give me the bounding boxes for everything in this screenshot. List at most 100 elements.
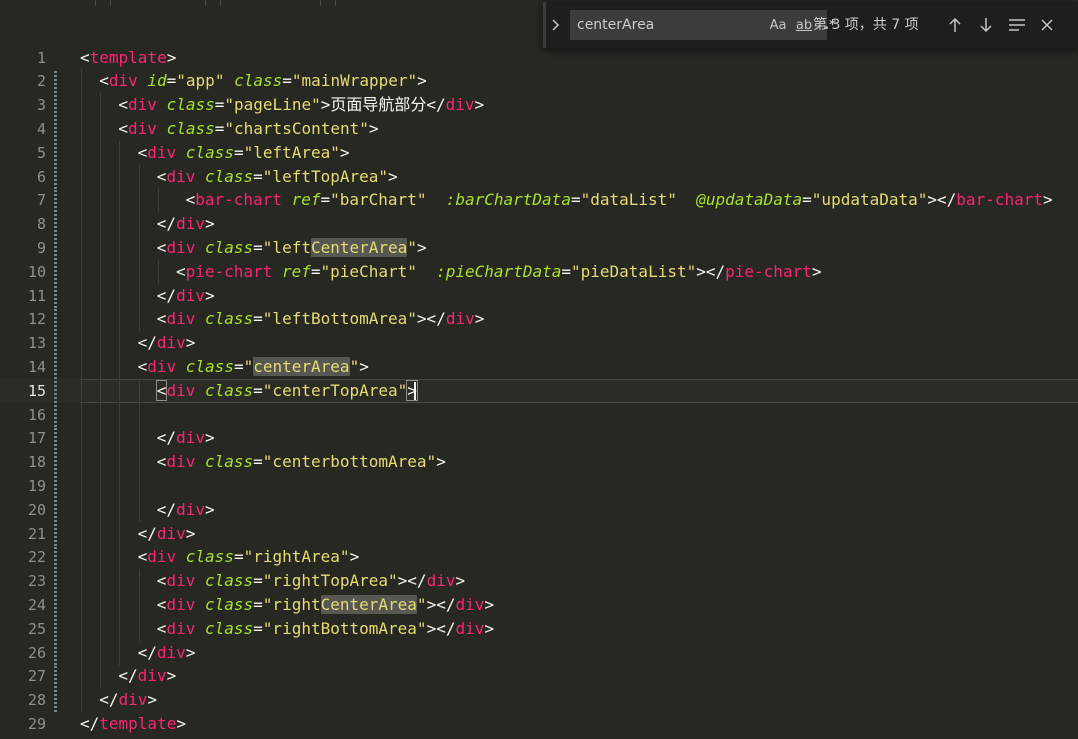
code-token: "rightArea" <box>243 547 350 567</box>
code-token: class <box>185 356 234 376</box>
code-line[interactable]: 8 </div> <box>0 212 1078 237</box>
code-line[interactable]: 25 <div class="rightBottomArea"></div> <box>0 616 1078 641</box>
code-line[interactable]: 27 </div> <box>0 664 1078 689</box>
code-line[interactable]: 4 <div class="chartsContent"> <box>0 116 1078 141</box>
find-in-selection-button[interactable] <box>1006 13 1028 37</box>
indent-guide <box>81 545 82 570</box>
code-line[interactable]: 16 <box>0 402 1078 427</box>
code-line[interactable]: 18 <div class="centerbottomArea"> <box>0 450 1078 475</box>
bracket-match: < <box>155 379 168 401</box>
find-input[interactable] <box>577 15 727 35</box>
code-token: div <box>176 285 205 305</box>
code-line[interactable]: 7 <bar-chart ref="barChart" :barChartData… <box>0 188 1078 213</box>
find-input-box[interactable]: Aa ab .* <box>570 10 836 40</box>
code-line[interactable]: 6 <div class="leftTopArea"> <box>0 164 1078 189</box>
code-token: "centerTopArea" <box>262 380 408 400</box>
modified-line-marker <box>54 69 57 94</box>
code-token: "pieChart" <box>320 261 417 281</box>
code-line[interactable]: 15 <div class="centerTopArea"> <box>0 378 1078 403</box>
modified-line-marker <box>54 212 57 237</box>
indent-guide <box>138 426 140 451</box>
code-token: ></ <box>927 190 957 210</box>
code-editor[interactable]: 1 <template> 2 <div id="app" class="mainWra… <box>0 0 1078 739</box>
indent-guide <box>119 450 121 475</box>
code-token: div <box>426 571 456 591</box>
code-token: pie-chart <box>725 261 812 281</box>
code-token: > <box>359 356 369 376</box>
line-number: 23 <box>27 572 46 591</box>
code-token: class <box>234 71 283 91</box>
code-token: div <box>176 499 205 519</box>
modified-line-marker <box>54 283 57 308</box>
code-line[interactable]: 17 </div> <box>0 426 1078 451</box>
code-line[interactable]: 20 </div> <box>0 497 1078 522</box>
code-line[interactable]: 24 <div class="rightCenterArea"></div> <box>0 592 1078 617</box>
code-token: > <box>455 571 466 591</box>
code-line[interactable]: 23 <div class="rightTopArea"></div> <box>0 569 1078 594</box>
code-token: = <box>320 190 331 210</box>
code-text: </div> <box>138 641 196 665</box>
indent-guide <box>81 69 82 94</box>
code-line[interactable]: 5 <div class="leftArea"> <box>0 140 1078 165</box>
code-line[interactable]: 3 <div class="pageLine">页面导航部分</div> <box>0 93 1078 118</box>
code-token: bar-chart <box>195 190 282 210</box>
code-line[interactable]: 28 </div> <box>0 688 1078 713</box>
code-line[interactable]: 1 <template> <box>0 46 1078 70</box>
indent-guide <box>138 569 140 594</box>
code-token: </ <box>156 285 177 305</box>
indent-guide <box>81 307 82 332</box>
modified-line-marker <box>54 164 57 189</box>
code-token: < <box>156 618 167 638</box>
indent-guide <box>100 93 102 118</box>
code-token: "leftTopArea" <box>262 166 389 186</box>
modified-line-marker <box>54 402 57 427</box>
code-token: > <box>811 261 822 281</box>
code-line[interactable]: 26 </div> <box>0 640 1078 665</box>
code-token: < <box>137 356 148 376</box>
indent-guide <box>100 616 102 641</box>
code-line[interactable]: 12 <div class="leftBottomArea"></div> <box>0 307 1078 332</box>
code-line[interactable]: 10 <pie-chart ref="pieChart" :pieChartDat… <box>0 259 1078 284</box>
code-token: = <box>561 261 571 281</box>
code-line[interactable]: 2 <div id="app" class="mainWrapper"> <box>0 69 1078 94</box>
code-line[interactable]: 14 <div class="centerArea"> <box>0 354 1078 379</box>
code-text: </div> <box>118 664 176 688</box>
indent-guide <box>81 450 82 475</box>
indent-guide <box>100 521 102 546</box>
ruler-tick <box>110 0 111 6</box>
code-token: class <box>204 237 254 257</box>
code-line[interactable]: 9 <div class="leftCenterArea"> <box>0 235 1078 260</box>
modified-line-marker <box>54 188 57 213</box>
line-number: 11 <box>27 286 46 305</box>
toggle-replace-button[interactable] <box>543 2 565 48</box>
whole-word-toggle[interactable]: ab <box>793 16 815 36</box>
line-number: 15 <box>27 381 46 400</box>
code-line[interactable]: 11 </div> <box>0 283 1078 308</box>
code-token: > <box>185 333 196 353</box>
code-token: < <box>156 237 167 257</box>
indent-guide <box>100 450 102 475</box>
previous-match-button[interactable] <box>944 13 966 37</box>
code-line[interactable]: 13 </div> <box>0 331 1078 356</box>
line-number: 26 <box>27 643 46 662</box>
indent-guide <box>138 450 140 475</box>
code-token: </ <box>156 499 177 519</box>
code-line[interactable]: 19 <box>0 473 1078 498</box>
indent-guide <box>100 188 102 213</box>
indent-guide <box>119 640 121 665</box>
indent-guide <box>119 592 121 617</box>
close-find-button[interactable] <box>1036 13 1058 37</box>
indent-guide <box>157 188 159 213</box>
match-case-toggle[interactable]: Aa <box>767 16 789 36</box>
code-line[interactable]: 29 </template> <box>0 712 1078 736</box>
indent-guide <box>100 307 102 332</box>
code-line[interactable]: 21 </div> <box>0 521 1078 546</box>
code-line[interactable]: 22 <div class="rightArea"> <box>0 545 1078 570</box>
next-match-button[interactable] <box>975 13 997 37</box>
indent-guide <box>119 497 121 522</box>
